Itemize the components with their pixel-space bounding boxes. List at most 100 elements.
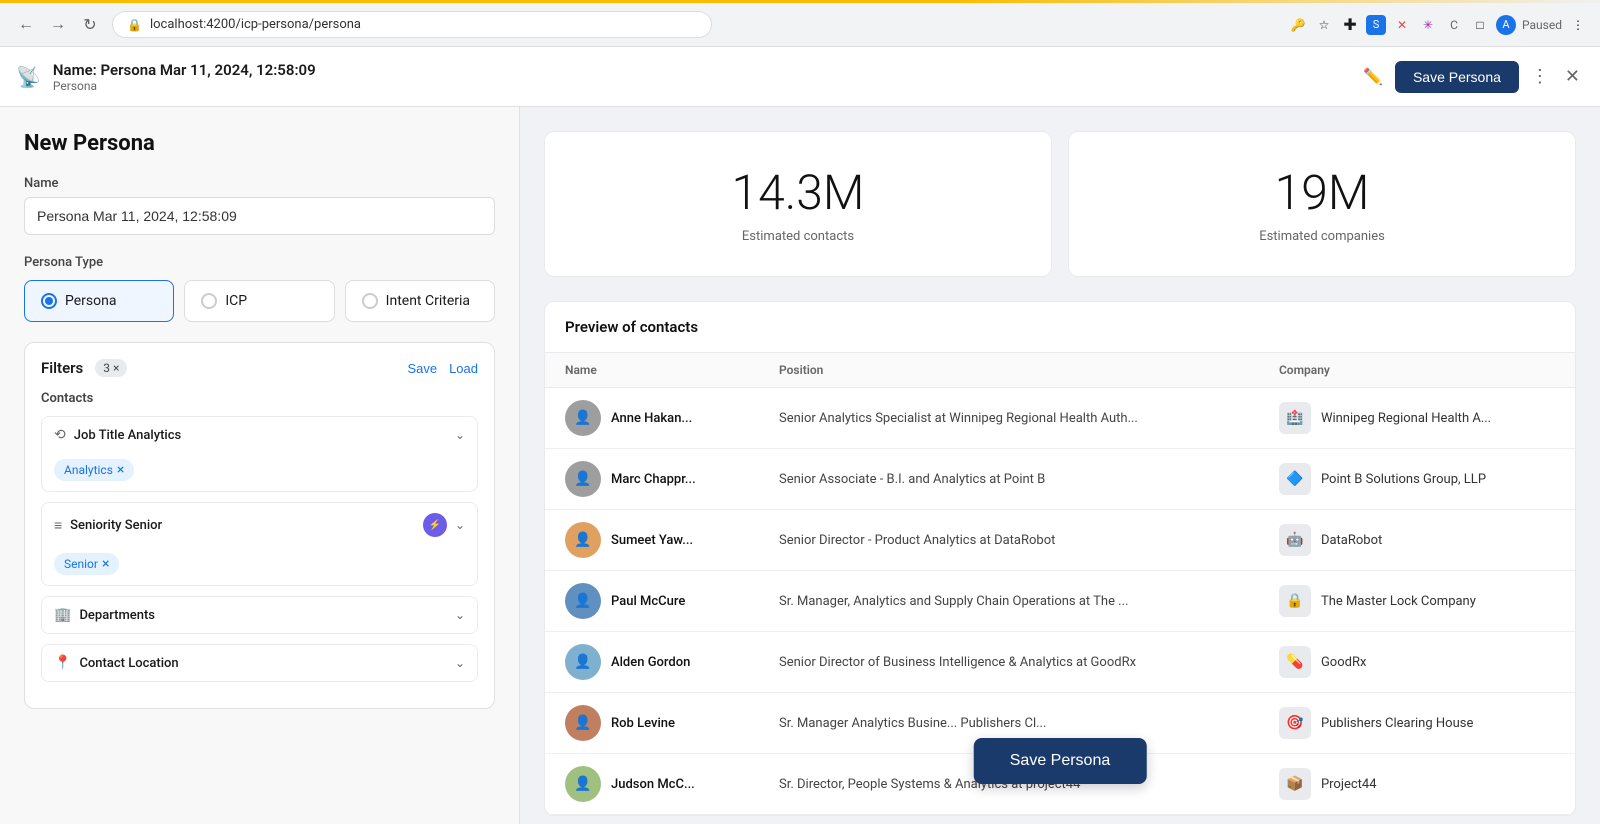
filter-contact-location-header[interactable]: 📍 Contact Location ⌄ <box>42 645 477 681</box>
contact-name: Paul McCure <box>611 594 685 609</box>
filters-load-button[interactable]: Load <box>449 361 478 376</box>
filter-departments-header[interactable]: 🏢 Departments ⌄ <box>42 597 477 633</box>
header-title: Name: Persona Mar 11, 2024, 12:58:09 <box>53 61 1351 79</box>
persona-type-icp-label: ICP <box>225 293 247 309</box>
save-persona-header-button[interactable]: Save Persona <box>1395 61 1519 93</box>
contact-position: Senior Associate - B.I. and Analytics at… <box>759 449 1259 510</box>
avatar: 👤 <box>565 644 601 680</box>
filters-section: Filters 3 × Save Load Contacts ⟲ Job Tit… <box>24 342 495 709</box>
preview-title: Preview of contacts <box>565 318 698 336</box>
company-logo: 📦 <box>1279 768 1311 800</box>
filter-contact-location: 📍 Contact Location ⌄ <box>41 644 478 682</box>
company-name: Project44 <box>1321 777 1377 792</box>
filter-job-title: ⟲ Job Title Analytics ⌄ Analytics × <box>41 416 478 492</box>
company-logo: 🤖 <box>1279 524 1311 556</box>
senior-tag-remove[interactable]: × <box>102 556 109 572</box>
col-position: Position <box>759 353 1259 388</box>
contact-name: Alden Gordon <box>611 655 690 670</box>
seniority-icon: ≡ <box>54 517 62 534</box>
radio-persona <box>41 293 57 309</box>
table-row: 👤 Marc Chappr... Senior Associate - B.I.… <box>545 449 1575 510</box>
browser-menu[interactable]: ⋮ <box>1568 15 1588 35</box>
ai-icon: ⚡ <box>429 520 441 531</box>
persona-type-icp[interactable]: ICP <box>184 280 334 322</box>
col-name: Name <box>545 353 759 388</box>
analytics-tag-remove[interactable]: × <box>117 462 124 478</box>
company-logo: 💊 <box>1279 646 1311 678</box>
forward-button[interactable]: → <box>44 11 72 39</box>
avatar: 👤 <box>565 766 601 802</box>
radio-icp <box>201 293 217 309</box>
url-text: localhost:4200/icp-persona/persona <box>150 17 361 32</box>
company-name: The Master Lock Company <box>1321 594 1476 609</box>
company-name: Point B Solutions Group, LLP <box>1321 472 1486 487</box>
table-row: 👤 Anne Hakan... Senior Analytics Special… <box>545 388 1575 449</box>
left-panel: New Persona Name Persona Type Persona IC… <box>0 107 520 824</box>
contact-name: Sumeet Yaw... <box>611 533 693 548</box>
company-logo: 🏥 <box>1279 402 1311 434</box>
seniority-chevron: ⌄ <box>455 518 465 532</box>
browser-ext-2[interactable]: ✚ <box>1340 15 1360 35</box>
avatar: 👤 <box>565 583 601 619</box>
job-title-label: Job Title Analytics <box>74 428 181 443</box>
company-logo: 🎯 <box>1279 707 1311 739</box>
persona-type-intent-label: Intent Criteria <box>386 293 470 309</box>
table-row: 👤 Sumeet Yaw... Senior Director - Produc… <box>545 510 1575 571</box>
app-logo-icon: 📡 <box>16 65 41 89</box>
browser-ext-7[interactable]: □ <box>1470 15 1490 35</box>
company-logo: 🔷 <box>1279 463 1311 495</box>
name-input[interactable] <box>24 197 495 235</box>
browser-chrome: ← → ↻ 🔒 localhost:4200/icp-persona/perso… <box>0 3 1600 47</box>
job-title-chevron: ⌄ <box>455 428 465 442</box>
stat-contacts: 14.3M Estimated contacts <box>544 131 1052 277</box>
address-bar[interactable]: 🔒 localhost:4200/icp-persona/persona <box>112 11 712 38</box>
browser-ext-5[interactable]: ✳ <box>1418 15 1438 35</box>
filter-seniority: ≡ Seniority Senior ⚡ ⌄ Senior × <box>41 502 478 586</box>
persona-type-label: Persona Type <box>24 255 495 270</box>
browser-ext-8[interactable]: A <box>1496 15 1516 35</box>
avatar: 👤 <box>565 461 601 497</box>
reload-button[interactable]: ↻ <box>76 11 104 39</box>
company-name: GoodRx <box>1321 655 1366 670</box>
contacts-section-label: Contacts <box>41 391 478 406</box>
header-subtitle: Persona <box>53 79 1351 93</box>
save-persona-floating-button[interactable]: Save Persona <box>974 738 1147 784</box>
company-logo: 🔒 <box>1279 585 1311 617</box>
filter-seniority-header[interactable]: ≡ Seniority Senior ⚡ ⌄ <box>42 503 477 547</box>
analytics-tag[interactable]: Analytics × <box>54 459 134 481</box>
name-field-label: Name <box>24 176 495 191</box>
lock-icon: 🔒 <box>127 18 142 32</box>
browser-ext-6[interactable]: C <box>1444 15 1464 35</box>
company-name: DataRobot <box>1321 533 1382 548</box>
close-button[interactable]: ✕ <box>1561 62 1584 91</box>
filters-save-button[interactable]: Save <box>407 361 437 376</box>
persona-type-intent[interactable]: Intent Criteria <box>345 280 495 322</box>
contact-position: Sr. Manager, Analytics and Supply Chain … <box>759 571 1259 632</box>
stat-companies-number: 19M <box>1093 164 1551 221</box>
company-name: Publishers Clearing House <box>1321 716 1473 731</box>
browser-ext-4[interactable]: ✕ <box>1392 15 1412 35</box>
browser-ext-star[interactable]: ☆ <box>1314 15 1334 35</box>
departments-chevron: ⌄ <box>455 608 465 622</box>
company-name: Winnipeg Regional Health A... <box>1321 411 1491 426</box>
more-options-button[interactable]: ⋮ <box>1527 62 1553 91</box>
stat-companies: 19M Estimated companies <box>1068 131 1576 277</box>
back-button[interactable]: ← <box>12 11 40 39</box>
col-company: Company <box>1259 353 1575 388</box>
contact-location-icon: 📍 <box>54 655 71 671</box>
browser-paused: Paused <box>1522 18 1562 32</box>
browser-ext-3[interactable]: S <box>1366 15 1386 35</box>
filter-departments: 🏢 Departments ⌄ <box>41 596 478 634</box>
senior-tag[interactable]: Senior × <box>54 553 119 575</box>
browser-ext-1[interactable]: 🔑 <box>1288 15 1308 35</box>
filters-title: Filters <box>41 359 83 377</box>
departments-label: Departments <box>79 608 155 623</box>
contact-name: Rob Levine <box>611 716 675 731</box>
filter-job-title-header[interactable]: ⟲ Job Title Analytics ⌄ <box>42 417 477 453</box>
persona-type-persona[interactable]: Persona <box>24 280 174 322</box>
new-persona-title: New Persona <box>24 131 495 156</box>
edit-icon[interactable]: ✏️ <box>1363 67 1383 86</box>
ai-seniority-button[interactable]: ⚡ <box>423 513 447 537</box>
contact-name: Marc Chappr... <box>611 472 696 487</box>
stat-contacts-number: 14.3M <box>569 164 1027 221</box>
